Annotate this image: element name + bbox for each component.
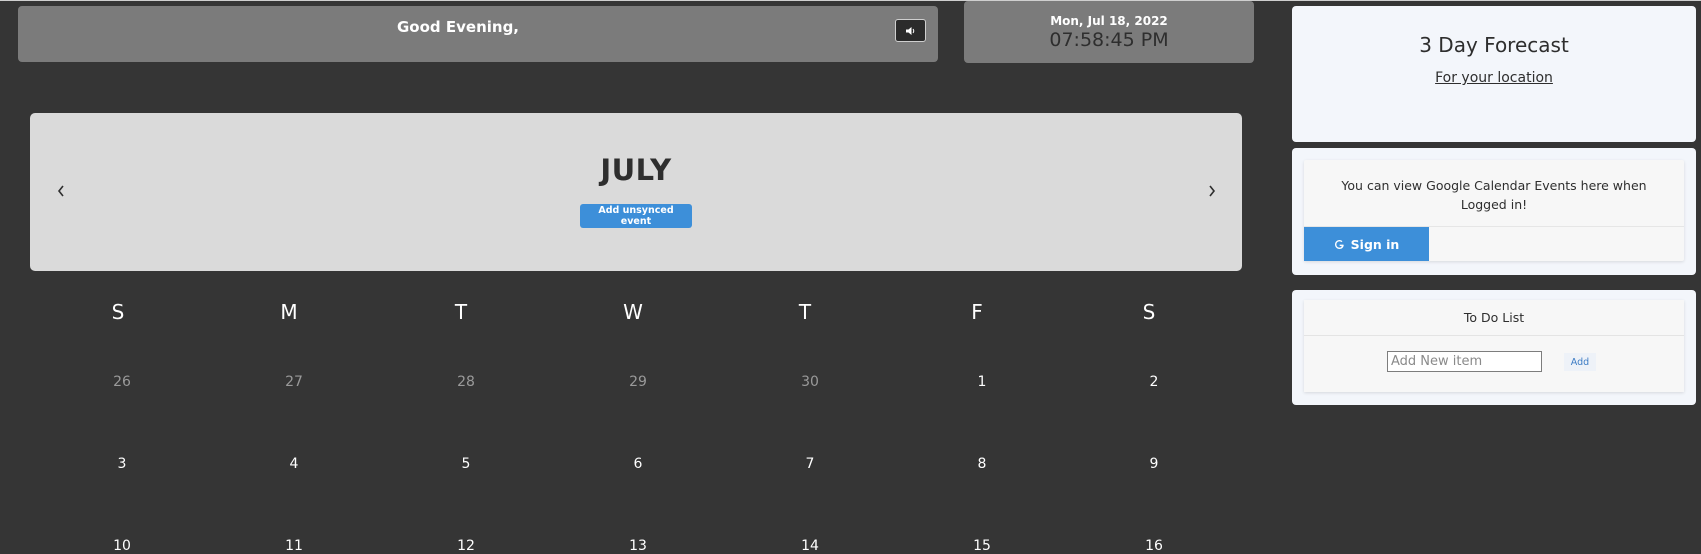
weekday-header: M	[280, 300, 298, 324]
calendar-day[interactable]: 4	[244, 456, 344, 472]
calendar-day[interactable]: 30	[760, 374, 860, 390]
add-unsynced-event-button[interactable]: Add unsynced event	[580, 204, 692, 228]
calendar-day[interactable]: 14	[760, 538, 860, 554]
clock-widget: Mon, Jul 18, 2022 07:58:45 PM	[964, 1, 1254, 63]
weekday-header: S	[1142, 300, 1156, 324]
forecast-panel: 3 Day Forecast For your location	[1292, 6, 1696, 142]
weekday-header: T	[454, 300, 468, 324]
calendar-day[interactable]: 6	[588, 456, 688, 472]
calendar-day[interactable]: 16	[1104, 538, 1204, 554]
calendar-day[interactable]: 9	[1104, 456, 1204, 472]
google-icon	[1334, 239, 1344, 249]
weekday-header: F	[971, 300, 983, 324]
calendar-day[interactable]: 1	[932, 374, 1032, 390]
weekday-header: T	[798, 300, 812, 324]
clock-time: 07:58:45 PM	[1049, 29, 1169, 51]
calendar-day[interactable]: 12	[416, 538, 516, 554]
calendar-day[interactable]: 15	[932, 538, 1032, 554]
speaker-icon	[906, 26, 915, 35]
calendar-day[interactable]: 3	[72, 456, 172, 472]
greeting-text: Good Evening,	[396, 18, 519, 36]
calendar-day[interactable]: 8	[932, 456, 1032, 472]
calendar-day[interactable]: 11	[244, 538, 344, 554]
greeting-bar: Good Evening,	[18, 6, 938, 62]
todo-card: To Do List Add	[1304, 300, 1684, 392]
todo-title: To Do List	[1304, 300, 1684, 336]
chevron-right-icon	[1209, 185, 1216, 197]
google-calendar-panel: You can view Google Calendar Events here…	[1292, 148, 1696, 275]
google-calendar-card: You can view Google Calendar Events here…	[1304, 160, 1684, 261]
sound-button[interactable]	[895, 19, 926, 42]
calendar-day[interactable]: 13	[588, 538, 688, 554]
forecast-title: 3 Day Forecast	[1419, 33, 1569, 57]
calendar-day[interactable]: 29	[588, 374, 688, 390]
calendar-day[interactable]: 27	[244, 374, 344, 390]
forecast-location-link[interactable]: For your location	[1292, 70, 1696, 86]
clock-date: Mon, Jul 18, 2022	[1050, 14, 1168, 28]
calendar-day[interactable]: 10	[72, 538, 172, 554]
todo-add-button[interactable]: Add	[1564, 353, 1596, 371]
sign-in-label: Sign in	[1350, 236, 1400, 252]
todo-panel: To Do List Add	[1292, 290, 1696, 405]
top-border	[0, 0, 1701, 1]
month-header-card: JULY Add unsynced event	[30, 113, 1242, 271]
todo-new-item-input[interactable]	[1387, 351, 1542, 372]
google-calendar-message: You can view Google Calendar Events here…	[1341, 178, 1647, 212]
weekday-header: W	[623, 300, 643, 324]
calendar-day[interactable]: 2	[1104, 374, 1204, 390]
weekday-header: S	[111, 300, 125, 324]
calendar-day[interactable]: 7	[760, 456, 860, 472]
calendar-day[interactable]: 26	[72, 374, 172, 390]
month-title: JULY	[600, 153, 672, 187]
calendar-day[interactable]: 5	[416, 456, 516, 472]
calendar-day[interactable]: 28	[416, 374, 516, 390]
next-month-button[interactable]	[1202, 179, 1222, 203]
sign-in-button[interactable]: Sign in	[1304, 227, 1429, 261]
